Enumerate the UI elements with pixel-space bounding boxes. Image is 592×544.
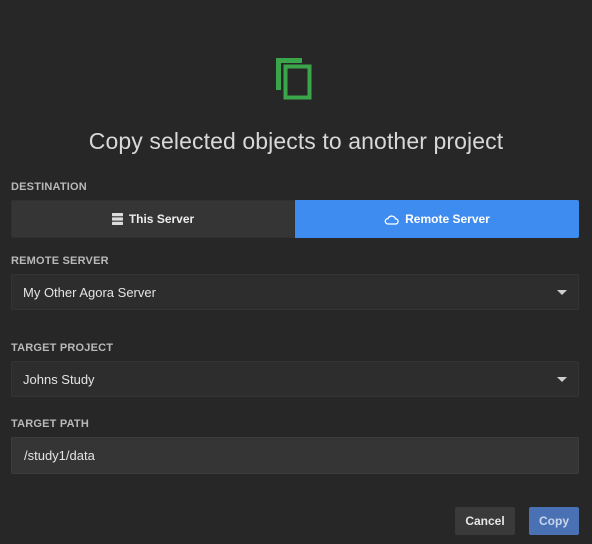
target-project-value: Johns Study: [23, 371, 95, 387]
chevron-down-icon: [557, 290, 567, 295]
target-project-select[interactable]: Johns Study: [11, 361, 579, 397]
remote-server-option[interactable]: Remote Server: [295, 200, 579, 238]
destination-label: DESTINATION: [11, 181, 87, 193]
remote-server-select[interactable]: My Other Agora Server: [11, 274, 579, 310]
copy-objects-dialog: Copy selected objects to another project…: [0, 0, 592, 544]
this-server-label: This Server: [128, 212, 195, 226]
copy-button[interactable]: Copy: [529, 507, 579, 535]
remote-server-label: Remote Server: [405, 212, 490, 226]
this-server-option[interactable]: This Server: [11, 200, 295, 238]
remote-server-value: My Other Agora Server: [23, 284, 156, 300]
server-icon: [111, 213, 123, 225]
cloud-icon: [384, 214, 399, 225]
dialog-title: Copy selected objects to another project: [88, 128, 504, 154]
chevron-down-icon: [557, 377, 567, 382]
target-path-input[interactable]: [11, 437, 579, 474]
remote-server-section-label: REMOTE SERVER: [11, 255, 109, 267]
target-path-label: TARGET PATH: [11, 418, 89, 430]
target-project-label: TARGET PROJECT: [11, 342, 114, 354]
cancel-button[interactable]: Cancel: [455, 507, 515, 535]
copy-icon: [276, 58, 312, 100]
